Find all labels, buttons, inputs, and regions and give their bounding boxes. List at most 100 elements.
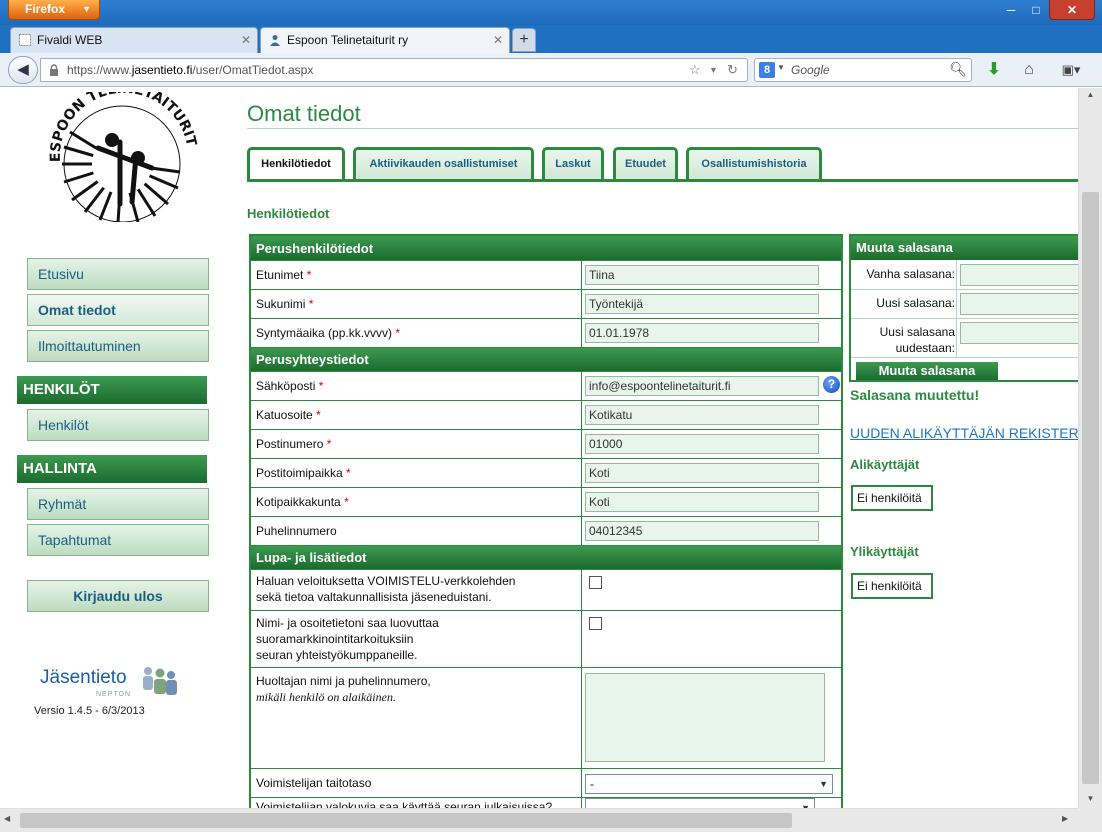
- firefox-menu-label: Firefox: [25, 2, 66, 16]
- home-icon[interactable]: ⌂: [1019, 60, 1039, 80]
- sidebar-item-label: Ryhmät: [38, 496, 87, 512]
- field-label: Voimistelijan taitotaso: [256, 776, 372, 790]
- sidebar-item-tapahtumat[interactable]: Tapahtumat: [27, 524, 209, 556]
- form-section-extra: Lupa- ja lisätiedot: [251, 546, 841, 570]
- old-password-field[interactable]: [960, 264, 1078, 286]
- browser-tabbar: Fivaldi WEB ✕ Espoon Telinetaiturit ry ✕…: [0, 25, 1102, 53]
- scroll-down-icon[interactable]: ▼: [1079, 794, 1102, 803]
- form-section-contact: Perusyhteystiedot: [251, 348, 841, 372]
- super-users-heading: Ylikäyttäjät: [850, 544, 919, 559]
- guardian-textarea[interactable]: [585, 673, 825, 762]
- old-password-label: Vanha salasana:: [866, 267, 955, 281]
- form-section-basic: Perushenkilötiedot: [251, 236, 841, 261]
- new-password-field[interactable]: [960, 293, 1078, 315]
- email-field[interactable]: info@espoontelinetaiturit.fi: [585, 376, 819, 396]
- sidebar-item-etusivu[interactable]: Etusivu: [27, 258, 209, 290]
- new-password-label: Uusi salasana:: [876, 296, 955, 310]
- bookmarks-menu-icon[interactable]: ▣▾: [1056, 60, 1086, 80]
- register-sub-user-link[interactable]: UUDEN ALIKÄYTTÄJÄN REKISTERÖINTI: [850, 425, 1078, 441]
- chevron-down-icon: ▼: [801, 803, 810, 808]
- tabs-underline: [247, 179, 1078, 182]
- minimize-button[interactable]: ─: [998, 0, 1024, 20]
- field-label: Postinumero *: [256, 437, 332, 451]
- municipality-field[interactable]: Koti: [585, 492, 819, 512]
- field-label: Huoltajan nimi ja puhelinnumero, mikäli h…: [256, 674, 431, 704]
- navigation-toolbar: ◀ https://www.jasentieto.fi/user/OmatTie…: [0, 53, 1102, 87]
- first-name-field[interactable]: Tiina: [585, 265, 819, 285]
- chevron-down-icon: ▼: [777, 63, 785, 72]
- scroll-up-icon[interactable]: ▲: [1079, 90, 1102, 99]
- chevron-down-icon: ▼: [82, 4, 91, 14]
- magazine-consent-checkbox[interactable]: [589, 576, 602, 589]
- tab-henkilotiedot[interactable]: Henkilötiedot: [247, 147, 345, 182]
- close-window-button[interactable]: ✕: [1049, 0, 1095, 20]
- logout-button[interactable]: Kirjaudu ulos: [27, 580, 209, 612]
- sub-users-list: Ei henkilöitä: [851, 485, 933, 511]
- sidebar-item-ryhmat[interactable]: Ryhmät: [27, 488, 209, 520]
- browser-tab-fivaldi[interactable]: Fivaldi WEB ✕: [10, 27, 258, 53]
- sidebar-item-omat-tiedot[interactable]: Omat tiedot: [27, 294, 209, 326]
- street-address-field[interactable]: Kotikatu: [585, 405, 819, 425]
- last-name-field[interactable]: Työntekijä: [585, 294, 819, 314]
- postal-code-field[interactable]: 01000: [585, 434, 819, 454]
- skill-level-select[interactable]: - ▼: [585, 774, 833, 794]
- reload-icon[interactable]: ↻: [727, 62, 738, 78]
- back-button[interactable]: ◀: [8, 56, 38, 84]
- super-users-list: Ei henkilöitä: [851, 573, 933, 599]
- firefox-menu-button[interactable]: Firefox ▼: [8, 0, 100, 20]
- field-label: Haluan veloituksetta VOIMISTELU-verkkole…: [256, 574, 516, 604]
- tab-aktiivikauden-osallistumiset[interactable]: Aktiivikauden osallistumiset: [353, 147, 534, 182]
- birthdate-field[interactable]: 01.01.1978: [585, 323, 819, 343]
- field-label: Nimi- ja osoitetietoni saa luovuttaa suor…: [256, 616, 439, 662]
- scroll-thumb[interactable]: [1082, 192, 1099, 784]
- sidebar-section-hallinta: HALLINTA: [17, 455, 207, 483]
- brand-name: Jäsentieto: [40, 667, 127, 688]
- download-icon[interactable]: ⬇: [984, 60, 1004, 80]
- photo-consent-select[interactable]: ▼: [585, 798, 815, 808]
- search-engine-icon[interactable]: 8: [759, 62, 775, 78]
- new-tab-button[interactable]: +: [512, 28, 536, 52]
- password-changed-message: Salasana muutettu!: [850, 387, 980, 403]
- search-bar[interactable]: 8 ▼ Google 🔍︎: [754, 58, 972, 82]
- horizontal-scrollbar[interactable]: ◀ ▶: [0, 808, 1078, 832]
- people-icon: [143, 667, 177, 695]
- search-icon[interactable]: 🔍︎: [949, 61, 967, 78]
- url-bar[interactable]: https://www.jasentieto.fi/user/OmatTiedo…: [40, 58, 748, 82]
- close-tab-icon[interactable]: ✕: [241, 28, 251, 52]
- club-logo: ESPOON TELINETAITURIT: [48, 92, 199, 222]
- tab-etuudet[interactable]: Etuudet: [613, 147, 678, 182]
- form-row-skill: Voimistelijan taitotaso - ▼: [251, 769, 841, 798]
- tab-label: Espoon Telinetaiturit ry: [287, 33, 409, 47]
- help-icon[interactable]: ?: [823, 376, 840, 393]
- vertical-scrollbar[interactable]: ▲ ▼: [1078, 88, 1102, 808]
- scroll-left-icon[interactable]: ◀: [4, 814, 10, 823]
- form-row-syntymaaika: Syntymäaika (pp.kk.vvvv) * 01.01.1978: [251, 319, 841, 348]
- change-password-button[interactable]: Muuta salasana: [856, 362, 998, 380]
- scroll-thumb[interactable]: [20, 813, 792, 828]
- form-row-consent-magazine: Haluan veloituksetta VOIMISTELU-verkkole…: [251, 570, 841, 611]
- personal-info-form: Perushenkilötiedot Etunimet * Tiina Suku…: [249, 234, 843, 808]
- field-label: Kotipaikkakunta *: [256, 495, 349, 509]
- confirm-password-field[interactable]: [960, 322, 1078, 344]
- bookmark-star-icon[interactable]: ☆: [689, 62, 701, 78]
- form-row-puhelinnumero: Puhelinnumero 04012345: [251, 517, 841, 546]
- tab-laskut[interactable]: Laskut: [542, 147, 604, 182]
- sidebar-item-ilmoittautuminen[interactable]: Ilmoittautuminen: [27, 330, 209, 362]
- browser-tab-espoon[interactable]: Espoon Telinetaiturit ry ✕: [260, 27, 510, 53]
- tab-osallistumishistoria[interactable]: Osallistumishistoria: [686, 147, 822, 182]
- form-row-postitoimipaikka: Postitoimipaikka * Koti: [251, 459, 841, 488]
- window-titlebar: Firefox ▼ ─ □ ✕: [0, 0, 1102, 25]
- close-tab-icon[interactable]: ✕: [493, 28, 503, 52]
- maximize-button[interactable]: □: [1024, 0, 1048, 20]
- phone-field[interactable]: 04012345: [585, 521, 819, 541]
- scrollbar-corner: [1078, 808, 1102, 832]
- form-row-photo: Voimistelijan valokuvia saa käyttää seur…: [251, 798, 841, 808]
- search-placeholder: Google: [791, 63, 830, 77]
- sidebar-item-label: Omat tiedot: [38, 302, 116, 318]
- post-office-field[interactable]: Koti: [585, 463, 819, 483]
- change-password-panel: Muuta salasana Vanha salasana: Uusi sala…: [849, 234, 1078, 382]
- sidebar-item-henkilot[interactable]: Henkilöt: [27, 409, 209, 441]
- marketing-consent-checkbox[interactable]: [589, 617, 602, 630]
- scroll-right-icon[interactable]: ▶: [1062, 814, 1068, 823]
- history-dropdown-icon[interactable]: ▼: [709, 65, 718, 75]
